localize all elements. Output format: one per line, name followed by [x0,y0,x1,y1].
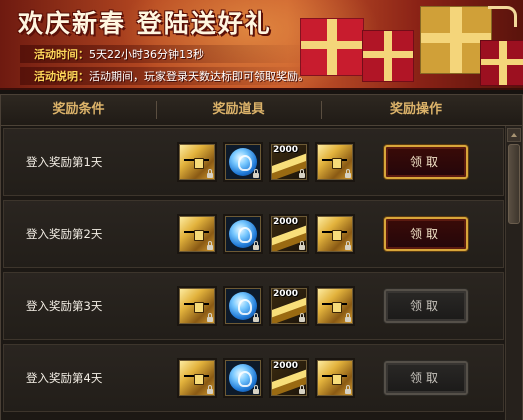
event-desc-label: 活动说明： [34,70,89,83]
banner-title: 欢庆新春 登陆送好礼 [18,9,272,38]
treasure-chest-icon[interactable] [177,142,217,182]
scrollbar-thumb[interactable] [508,144,520,224]
lock-icon [253,385,259,394]
lock-icon [207,385,213,394]
lock-icon [345,385,351,394]
lock-icon [345,313,351,322]
lock-icon [299,241,305,250]
table-header: 奖励条件 奖励道具 奖励操作 [1,95,522,126]
claim-button[interactable]: 领取 [384,289,468,323]
event-time-value: 5天22小时36分钟13秒 [89,48,204,61]
blue-orb-icon[interactable] [223,142,263,182]
claim-button[interactable]: 领取 [384,361,468,395]
header-items: 奖励道具 [212,102,265,117]
event-description: 活动说明：活动期间，玩家登录天数达标即可领取奖励。 [34,68,309,84]
reward-condition: 登入奖励第3天 [26,299,103,313]
item-quantity: 2000 [273,289,299,299]
gold-ingot-icon[interactable]: 2000 [269,286,309,326]
treasure-chest-icon[interactable] [177,358,217,398]
event-time: 活动时间：5天22小时36分钟13秒 [34,46,204,62]
treasure-chest-icon[interactable] [315,286,355,326]
lock-icon [345,241,351,250]
treasure-chest-icon[interactable] [315,214,355,254]
treasure-chest-icon[interactable] [177,214,217,254]
lock-icon [253,241,259,250]
lock-icon [299,385,305,394]
blue-orb-icon[interactable] [223,286,263,326]
treasure-chest-icon[interactable] [315,358,355,398]
blue-orb-icon[interactable] [223,358,263,398]
reward-panel: 奖励条件 奖励道具 奖励操作 登入奖励第1天 2000 领取 登入奖励第2天 2… [0,94,523,420]
event-time-label: 活动时间： [34,48,89,61]
cloud-ornament-icon [488,6,517,27]
treasure-chest-icon[interactable] [315,142,355,182]
scroll-up-arrow-icon[interactable] [507,128,521,142]
reward-condition: 登入奖励第2天 [26,227,103,241]
blue-orb-icon[interactable] [223,214,263,254]
claim-button[interactable]: 领取 [384,145,468,179]
gold-ingot-icon[interactable]: 2000 [269,214,309,254]
lock-icon [253,169,259,178]
reward-list: 登入奖励第1天 2000 领取 登入奖励第2天 2000 领取 登入奖励第3天 [1,126,504,420]
item-quantity: 2000 [273,361,299,371]
reward-row: 登入奖励第4天 2000 领取 [3,344,504,412]
lock-icon [299,169,305,178]
event-banner: 欢庆新春 登陆送好礼 活动时间：5天22小时36分钟13秒 活动说明：活动期间，… [0,0,523,90]
gold-ingot-icon[interactable]: 2000 [269,358,309,398]
reward-row: 登入奖励第1天 2000 领取 [3,128,504,196]
lock-icon [299,313,305,322]
scrollbar[interactable] [505,126,522,420]
reward-row: 登入奖励第3天 2000 领取 [3,272,504,340]
treasure-chest-icon[interactable] [177,286,217,326]
gift-box-icon [480,40,523,86]
claim-button[interactable]: 领取 [384,217,468,251]
lock-icon [253,313,259,322]
gold-ingot-icon[interactable]: 2000 [269,142,309,182]
header-action: 奖励操作 [389,102,442,117]
lock-icon [207,241,213,250]
reward-condition: 登入奖励第4天 [26,371,103,385]
reward-row: 登入奖励第2天 2000 领取 [3,200,504,268]
header-condition: 奖励条件 [52,102,105,117]
item-quantity: 2000 [273,217,299,227]
item-quantity: 2000 [273,145,299,155]
lock-icon [345,169,351,178]
gift-box-icon [362,30,414,82]
lock-icon [207,169,213,178]
event-desc-value: 活动期间，玩家登录天数达标即可领取奖励。 [89,70,309,83]
reward-condition: 登入奖励第1天 [26,155,103,169]
lock-icon [207,313,213,322]
